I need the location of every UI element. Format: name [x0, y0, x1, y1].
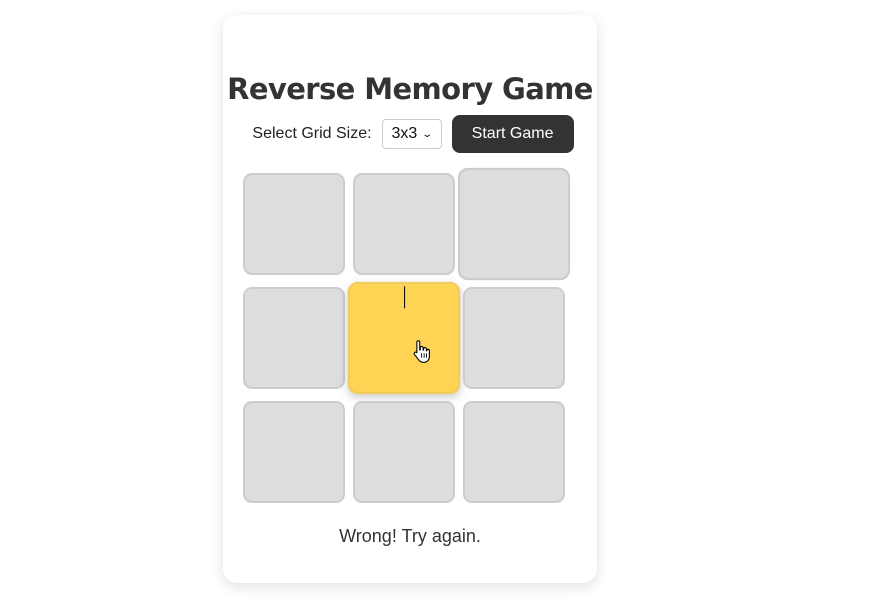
- grid-size-value: 3x3: [391, 125, 418, 142]
- tile[interactable]: [243, 173, 345, 275]
- chevron-down-icon: ⌄: [421, 128, 434, 140]
- tile[interactable]: [463, 287, 565, 389]
- grid-size-label: Select Grid Size:: [252, 125, 372, 142]
- tile[interactable]: [353, 401, 455, 503]
- tile-highlighted[interactable]: [347, 281, 461, 395]
- text-caret: [404, 286, 406, 309]
- tile[interactable]: [463, 401, 565, 503]
- status-message: Wrong! Try again.: [339, 526, 481, 546]
- tile[interactable]: [243, 401, 345, 503]
- page-title: Reverse Memory Game: [227, 72, 593, 106]
- start-game-button[interactable]: Start Game: [451, 115, 574, 153]
- tile[interactable]: [243, 287, 345, 389]
- tile[interactable]: [457, 167, 571, 281]
- hand-cursor-icon: [413, 339, 431, 369]
- game-card: Reverse Memory Game Select Grid Size: 3x…: [223, 15, 597, 583]
- tile[interactable]: [353, 173, 455, 275]
- grid-size-select[interactable]: 3x3 ⌄: [381, 119, 442, 149]
- controls-bar: Select Grid Size: 3x3 ⌄ Start Game: [223, 115, 597, 153]
